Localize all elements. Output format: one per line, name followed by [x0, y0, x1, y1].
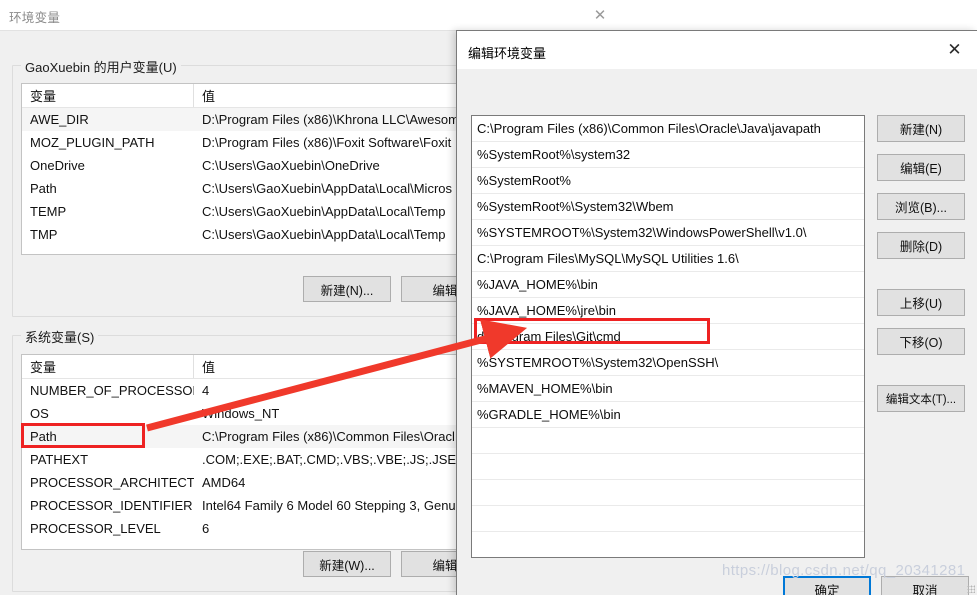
- path-entry-row-empty[interactable]: [472, 506, 864, 532]
- user-new-button[interactable]: 新建(N)...: [303, 276, 391, 302]
- edit-button[interactable]: 编辑(E): [877, 154, 965, 181]
- dialog-titlebar: 编辑环境变量 ✕: [457, 31, 977, 69]
- variable-name: PROCESSOR_IDENTIFIER: [30, 498, 193, 513]
- system-variables-group-label: 系统变量(S): [21, 327, 99, 346]
- move-up-button[interactable]: 上移(U): [877, 289, 965, 316]
- path-entries-list[interactable]: C:\Program Files (x86)\Common Files\Orac…: [471, 115, 865, 558]
- variable-name: PROCESSOR_LEVEL: [30, 521, 161, 536]
- delete-button[interactable]: 删除(D): [877, 232, 965, 259]
- column-header-name: 变量: [22, 84, 194, 107]
- path-entry-row[interactable]: %SYSTEMROOT%\System32\WindowsPowerShell\…: [472, 220, 864, 246]
- variable-name: NUMBER_OF_PROCESSORS: [30, 383, 194, 398]
- path-entry-row[interactable]: %SystemRoot%\system32: [472, 142, 864, 168]
- dialog-title: 编辑环境变量: [468, 46, 547, 61]
- user-variables-group-label: GaoXuebin 的用户变量(U): [21, 57, 181, 76]
- variable-name: TEMP: [30, 204, 67, 219]
- path-entry-row[interactable]: C:\Program Files\MySQL\MySQL Utilities 1…: [472, 246, 864, 272]
- path-entry-row[interactable]: %SystemRoot%: [472, 168, 864, 194]
- close-icon[interactable]: ✕: [580, 0, 620, 30]
- watermark-text: https://blog.csdn.net/qq_20341281: [722, 562, 966, 579]
- browse-button[interactable]: 浏览(B)...: [877, 193, 965, 220]
- variable-name: AWE_DIR: [30, 112, 89, 127]
- background-window-title: 环境变量: [9, 11, 61, 25]
- new-button[interactable]: 新建(N): [877, 115, 965, 142]
- system-new-button[interactable]: 新建(W)...: [303, 551, 391, 577]
- variable-name: TMP: [30, 227, 58, 242]
- edit-environment-variable-dialog: 编辑环境变量 ✕ C:\Program Files (x86)\Common F…: [456, 30, 977, 595]
- variable-name: PROCESSOR_ARCHITECT...: [30, 475, 194, 490]
- move-down-button[interactable]: 下移(O): [877, 328, 965, 355]
- variable-name: OneDrive: [30, 158, 85, 173]
- variable-name: MOZ_PLUGIN_PATH: [30, 135, 155, 150]
- variable-name: Path: [30, 429, 57, 444]
- screenshot-root: 环境变量 ✕ GaoXuebin 的用户变量(U) 变量 值 AWE_DIR D:…: [0, 0, 977, 595]
- path-entry-row-empty[interactable]: [472, 532, 864, 557]
- path-entry-row[interactable]: %JAVA_HOME%\bin: [472, 272, 864, 298]
- path-entry-row[interactable]: %JAVA_HOME%\jre\bin: [472, 298, 864, 324]
- path-entry-row-empty[interactable]: [472, 480, 864, 506]
- variable-name: Path: [30, 181, 57, 196]
- edit-text-button[interactable]: 编辑文本(T)...: [877, 385, 965, 412]
- path-entry-row-empty[interactable]: [472, 454, 864, 480]
- path-entry-row[interactable]: %SystemRoot%\System32\Wbem: [472, 194, 864, 220]
- dialog-body: C:\Program Files (x86)\Common Files\Orac…: [457, 69, 977, 595]
- path-entry-row-empty[interactable]: [472, 428, 864, 454]
- resize-grip-icon: [967, 585, 975, 593]
- background-window-titlebar: 环境变量 ✕: [0, 0, 620, 30]
- path-entry-row[interactable]: d:\Program Files\Git\cmd: [472, 324, 864, 350]
- column-header-name: 变量: [22, 355, 194, 378]
- path-entry-row[interactable]: %MAVEN_HOME%\bin: [472, 376, 864, 402]
- variable-name: PATHEXT: [30, 452, 89, 467]
- close-icon[interactable]: ✕: [932, 31, 977, 69]
- path-entries-rows: C:\Program Files (x86)\Common Files\Orac…: [472, 116, 864, 557]
- path-entry-row[interactable]: %GRADLE_HOME%\bin: [472, 402, 864, 428]
- path-entry-row[interactable]: %SYSTEMROOT%\System32\OpenSSH\: [472, 350, 864, 376]
- variable-name: OS: [30, 406, 49, 421]
- path-entry-row[interactable]: C:\Program Files (x86)\Common Files\Orac…: [472, 116, 864, 142]
